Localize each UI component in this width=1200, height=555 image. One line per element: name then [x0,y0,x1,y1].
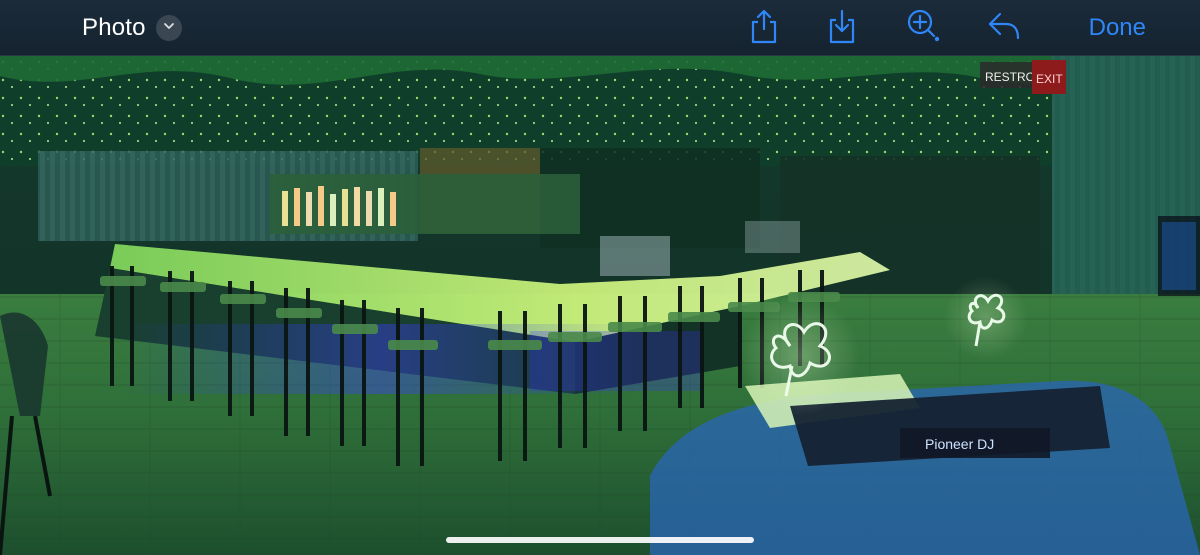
zoom-button[interactable] [902,6,946,50]
title-area: Photo [82,10,182,46]
toolbar-actions: Done [720,6,1200,50]
page-title: Photo [82,14,146,41]
title-menu-button[interactable] [155,15,182,41]
download-button[interactable] [820,6,864,50]
share-button[interactable] [742,6,786,50]
done-button[interactable]: Done [1089,12,1146,44]
chevron-down-icon [162,19,176,38]
bar-photo: RESTRO EXIT Pioneer DJ [0,56,1200,555]
photo-viewport[interactable]: RESTRO EXIT Pioneer DJ [0,56,1200,555]
share-icon [747,7,781,50]
dj-brand-text: Pioneer DJ [925,436,994,452]
reply-icon [984,8,1024,49]
restroom-sign-text: RESTRO [985,70,1035,84]
home-indicator [446,537,754,543]
exit-sign-text: EXIT [1036,72,1063,86]
top-toolbar: Photo Done [0,0,1200,56]
zoom-in-icon [904,6,944,51]
reply-button[interactable] [982,6,1026,50]
download-icon [825,7,859,50]
